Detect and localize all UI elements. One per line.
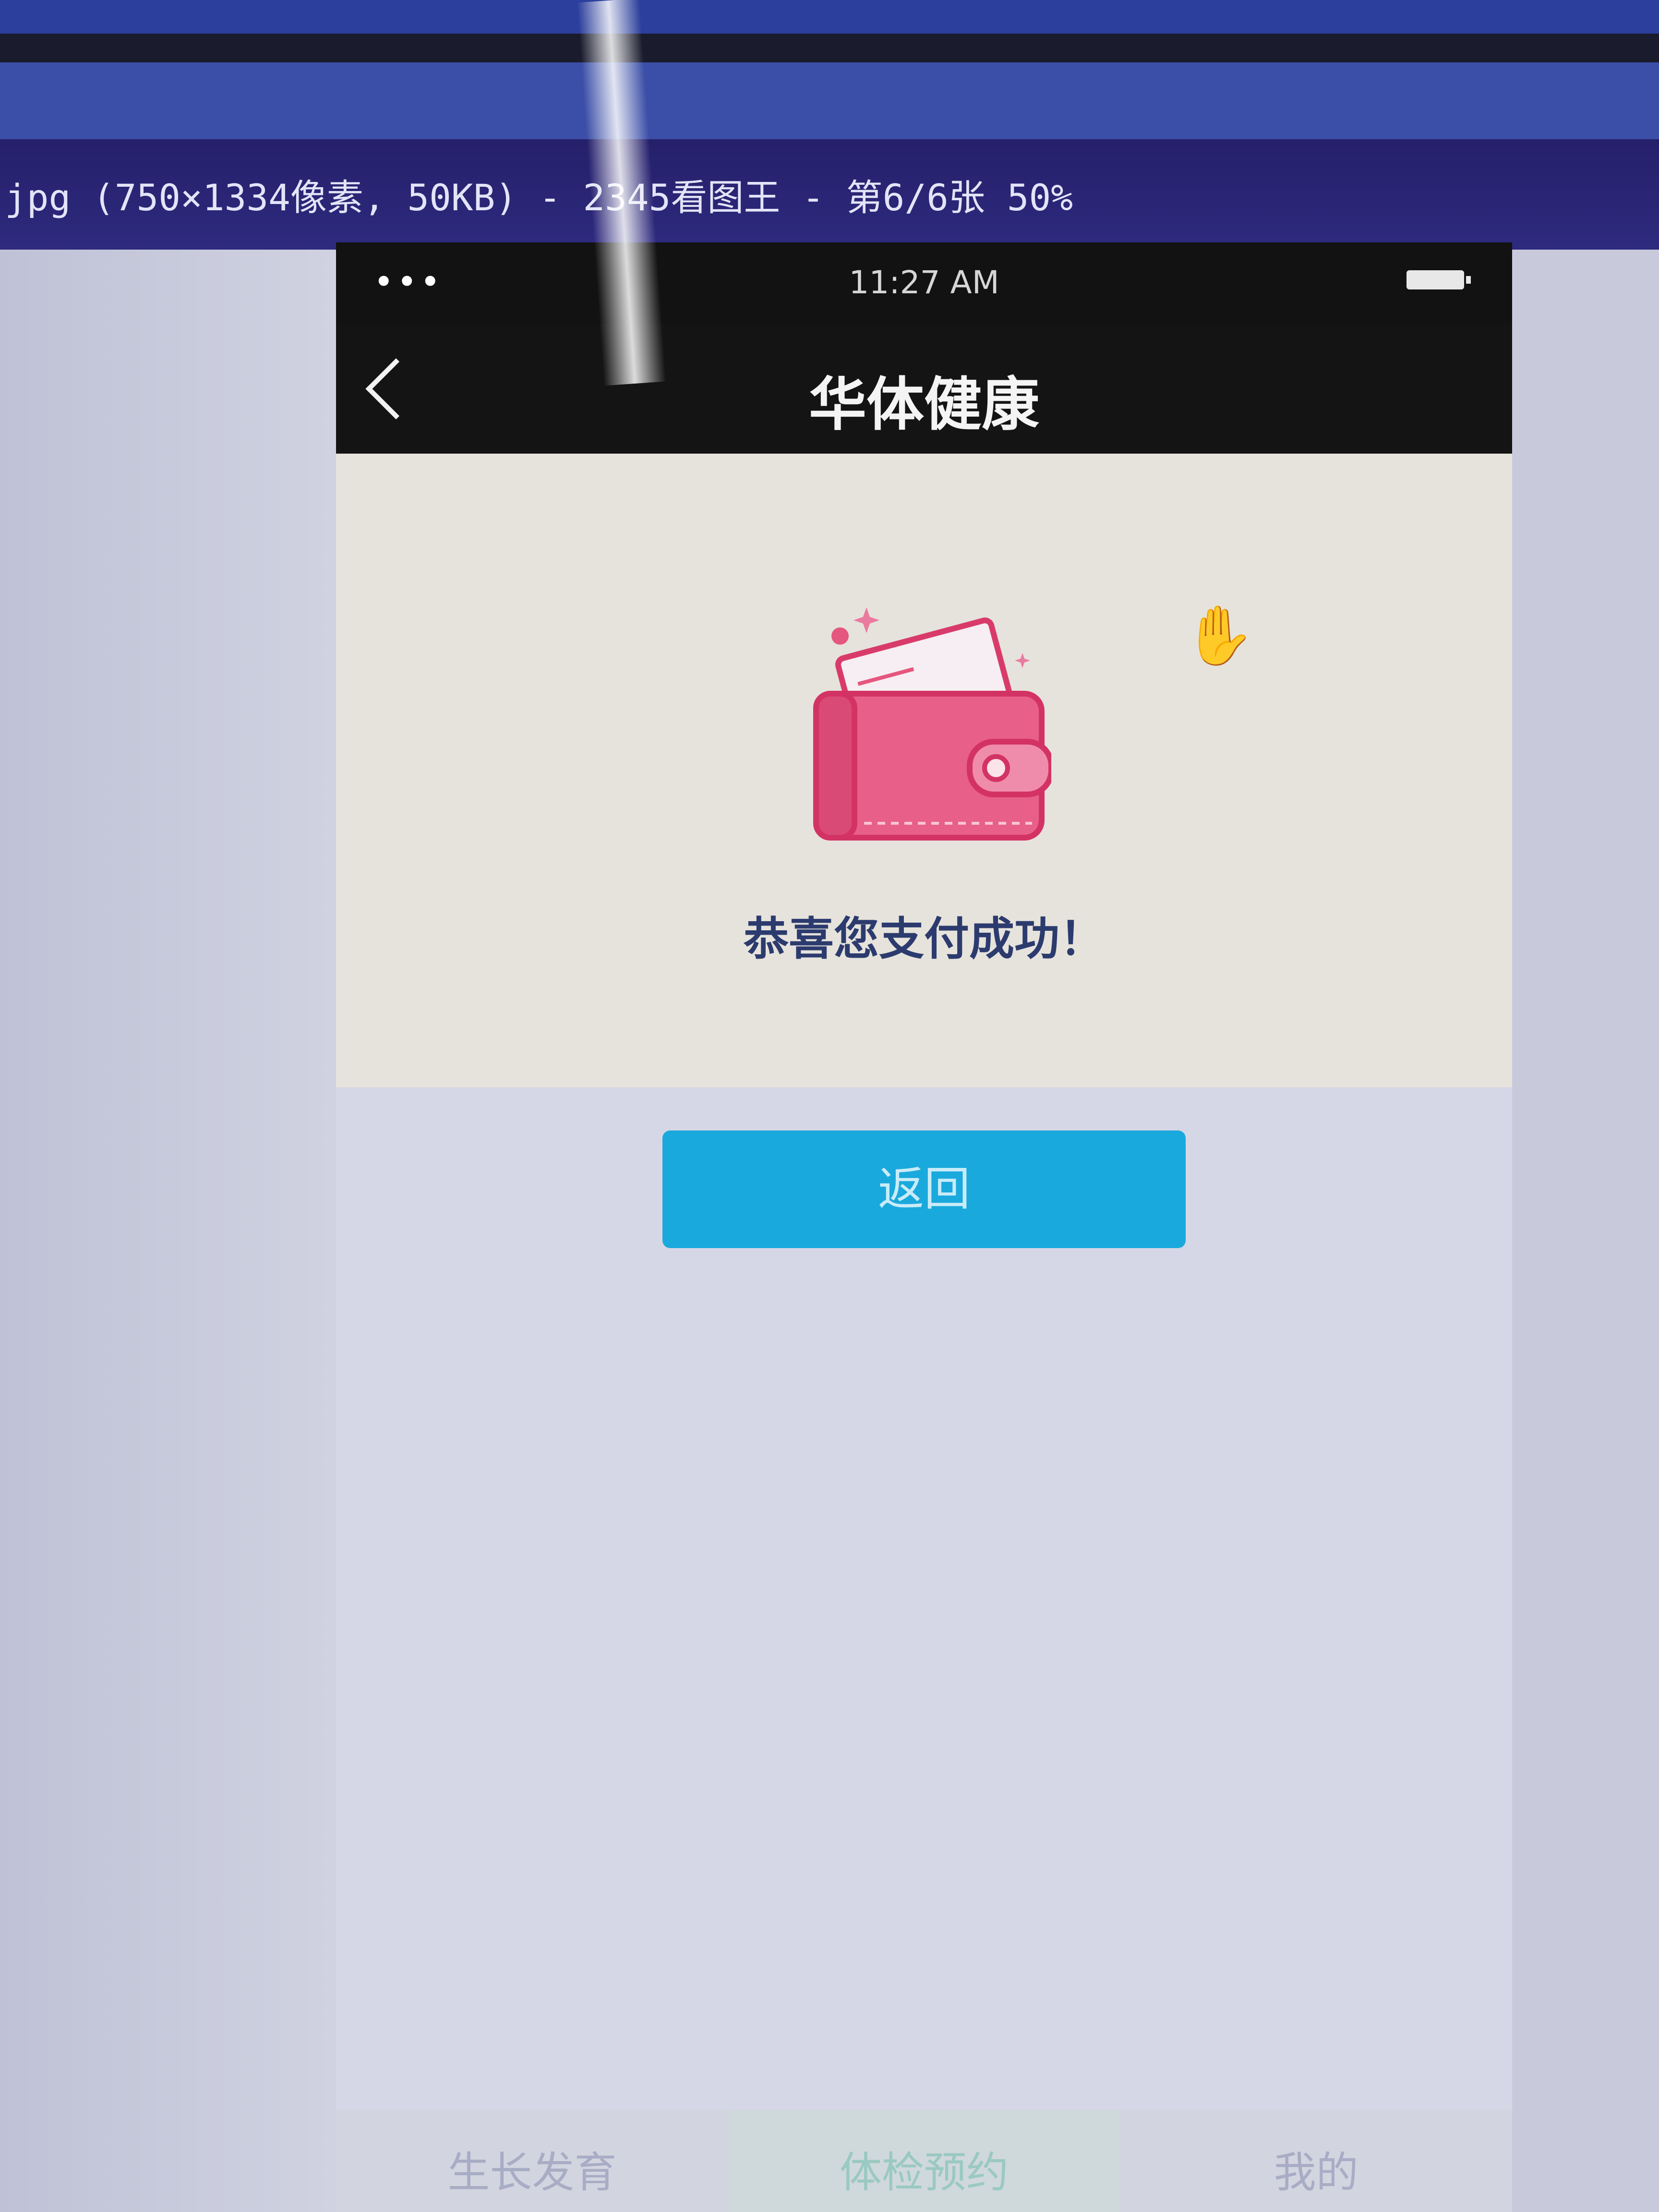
phone-screenshot: ••• 11:27 AM 华体健康 恭喜您支付成功！ 返回 生长发育 体检预约 … [336, 242, 1512, 2212]
sparkle-dot-icon [831, 627, 849, 645]
wallet-fold [813, 691, 857, 841]
return-button[interactable]: 返回 [662, 1130, 1186, 1248]
content-area: 返回 [336, 1087, 1512, 2212]
viewer-window-title: jpg (750×1334像素, 50KB) - 2345看图王 - 第6/6张… [5, 176, 1073, 219]
status-bar: ••• 11:27 AM [336, 242, 1512, 324]
sparkle-star-small-icon [1015, 653, 1030, 668]
sparkle-star-icon [854, 607, 879, 633]
success-message: 恭喜您支付成功！ [743, 913, 1105, 965]
wallet-icon [813, 607, 1051, 841]
tab-bar: 生长发育 体检预约 我的 [336, 2110, 1512, 2212]
photo-frame: jpg (750×1334像素, 50KB) - 2345看图王 - 第6/6张… [0, 0, 1659, 2212]
tab-mine[interactable]: 我的 [1120, 2110, 1512, 2212]
wallet-clasp [967, 739, 1051, 797]
hand-cursor-icon: ✋ [1183, 602, 1255, 669]
nav-bar: 华体健康 [336, 324, 1512, 454]
viewer-title-bar[interactable]: jpg (750×1334像素, 50KB) - 2345看图王 - 第6/6张… [0, 139, 1659, 250]
success-panel: 恭喜您支付成功！ [336, 454, 1512, 1087]
tab-checkup[interactable]: 体检预约 [728, 2110, 1120, 2212]
wallet-button [982, 754, 1010, 782]
battery-icon [1407, 270, 1471, 289]
taskbar-dark-strip [0, 34, 1659, 62]
viewer-canvas-shade [0, 250, 336, 2212]
tab-growth[interactable]: 生长发育 [336, 2110, 728, 2212]
page-title: 华体健康 [809, 372, 1039, 438]
status-time: 11:27 AM [849, 264, 999, 301]
window-header-band [0, 62, 1659, 139]
